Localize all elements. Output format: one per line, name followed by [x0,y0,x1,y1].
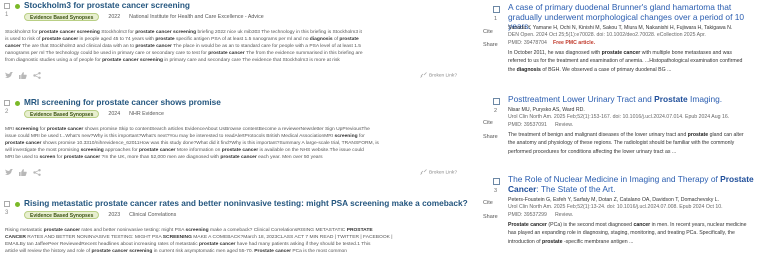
article-ids: PMID: 39537091 Review. [508,122,573,128]
article-checkbox[interactable] [493,178,500,185]
evidence-dot-icon [15,202,20,207]
article-citation: DEN Open. 2024 Oct 25;5(1):e70028. doi: … [508,32,706,38]
result-number: 2 [5,109,9,115]
evidence-badge[interactable]: Evidence Based Synopses [24,211,100,219]
result-year: 2022 [108,14,121,20]
broken-link-label: Broken Link? [429,73,457,79]
article-pmid: PMID: 39537299 [508,212,547,218]
result-checkbox[interactable] [4,201,10,207]
trip-results-panel: 1 Stockholm3 for prostate cancer screeni… [0,0,470,260]
result-actions [5,169,41,176]
result-snippet: Stockholm3 for prostate cancer screening… [5,30,363,64]
result-source: National Institute for Health and Care E… [129,14,264,20]
result-checkbox[interactable] [4,100,10,106]
broken-link-icon [420,169,427,175]
article-pmid: PMID: 39537091 [508,122,547,128]
evidence-dot-icon [15,4,20,9]
article-number: 2 [494,108,498,114]
result-year: 2024 [108,111,121,117]
article-snippet: Prostate cancer (PCa) is the second most… [508,222,747,245]
share-icon[interactable] [33,169,41,176]
result-snippet: MRI screening for prostate cancer shows … [5,127,379,161]
cite-button[interactable]: Cite [483,120,493,126]
broken-link-button[interactable]: Broken Link? [420,72,457,78]
share-button[interactable]: Share [483,214,498,220]
twitter-icon[interactable] [5,72,13,79]
cite-button[interactable]: Cite [483,29,493,35]
article-number: 3 [494,188,498,194]
result-snippet: Rising metastatic prostate cancer rates … [5,228,393,255]
evidence-badge[interactable]: Evidence Based Synopses [24,13,100,21]
share-button[interactable]: Share [483,42,498,48]
result-actions [5,72,41,79]
result-title-link[interactable]: MRI screening for prostate cancer shows … [24,97,221,107]
article-citation: Urol Clin North Am. 2025 Feb;52(1):153-1… [508,114,730,120]
result-number: 3 [5,210,9,216]
article-citation: Urol Clin North Am. 2025 Feb;52(1):13-24… [508,204,723,210]
article-authors: Sunada Y, Yamane H, Ochi N, Kinishi M, S… [508,25,733,31]
result-year: 2023 [108,212,121,218]
article-number: 1 [494,16,498,22]
article-checkbox[interactable] [493,6,500,13]
result-meta: Evidence Based Synopses 2024 NHR Evidenc… [24,109,164,119]
evidence-dot-icon [15,101,20,106]
result-number: 1 [5,12,9,18]
result-title-link[interactable]: Rising metastatic prostate cancer rates … [24,198,468,208]
evidence-badge[interactable]: Evidence Based Synopses [24,110,100,118]
free-pmc-badge[interactable]: Free PMC article. [553,40,595,46]
article-authors: Nisar MU, Purysko AS, Ward RD. [508,107,585,113]
article-type: Review. [554,122,574,128]
article-snippet: In October 2011, he was diagnosed with p… [508,50,743,73]
broken-link-icon [420,72,427,78]
broken-link-button[interactable]: Broken Link? [420,169,457,175]
like-icon[interactable] [19,169,27,176]
result-checkbox[interactable] [4,3,10,9]
result-source: Clinical Correlations [129,212,177,218]
like-icon[interactable] [19,72,27,79]
share-button[interactable]: Share [483,134,498,140]
article-authors: Peters-Foustein G, Esfeh Y, Sarfaty M, D… [508,197,720,203]
result-title-link[interactable]: Stockholm3 for prostate cancer screening [24,0,190,10]
article-snippet: The treatment of benign and malignant di… [508,132,744,155]
broken-link-label: Broken Link? [429,170,457,176]
result-meta: Evidence Based Synopses 2022 National In… [24,12,264,22]
result-meta: Evidence Based Synopses 2023 Clinical Co… [24,210,176,220]
pubmed-results-panel: 1 Cite Share A case of primary duodenal … [478,0,767,260]
article-checkbox[interactable] [493,98,500,105]
article-pmid: PMID: 39478704 [508,40,547,46]
article-title-link[interactable]: The Role of Nuclear Medicine in Imaging … [508,174,763,194]
article-title-link[interactable]: Posttreatment Lower Urinary Tract and Pr… [508,94,763,105]
share-icon[interactable] [33,72,41,79]
article-ids: PMID: 39537299 Review. [508,212,573,218]
result-source: NHR Evidence [129,111,164,117]
article-ids: PMID: 39478704 Free PMC article. [508,40,595,46]
twitter-icon[interactable] [5,169,13,176]
article-type: Review. [554,212,574,218]
cite-button[interactable]: Cite [483,200,493,206]
